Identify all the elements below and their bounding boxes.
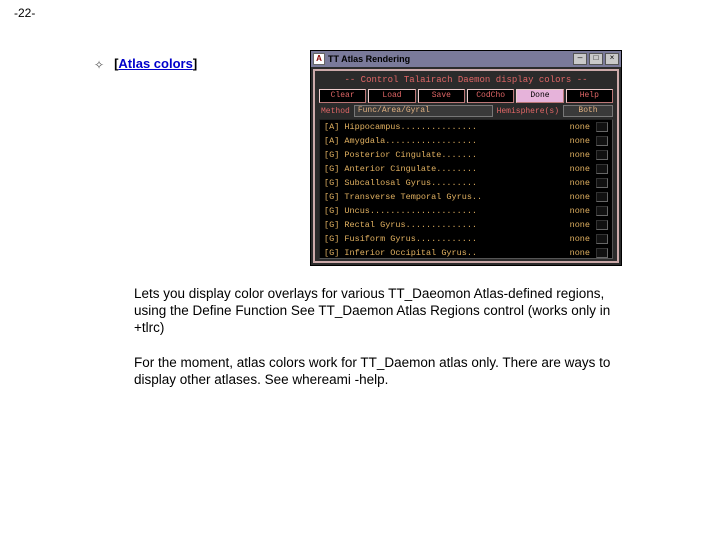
region-value: none bbox=[562, 122, 596, 132]
panel-subtitle: -- Control Talairach Daemon display colo… bbox=[317, 73, 615, 89]
region-list: [A] Hippocampus...............none[A] Am… bbox=[319, 119, 613, 259]
region-label: [G] Posterior Cingulate....... bbox=[324, 150, 562, 160]
hemisphere-dropdown[interactable]: Both bbox=[563, 105, 613, 117]
region-label: [G] Subcallosal Gyrus......... bbox=[324, 178, 562, 188]
region-label: [G] Rectal Gyrus.............. bbox=[324, 220, 562, 230]
region-label: [G] Anterior Cingulate........ bbox=[324, 164, 562, 174]
region-row[interactable]: [G] Uncus.....................none bbox=[320, 204, 612, 218]
region-value: none bbox=[562, 164, 596, 174]
done-button[interactable]: Done bbox=[516, 89, 563, 103]
titlebar: A TT Atlas Rendering — □ × bbox=[311, 51, 621, 67]
color-swatch[interactable] bbox=[596, 234, 608, 244]
region-row[interactable]: [A] Hippocampus...............none bbox=[320, 120, 612, 134]
bullet-icon: ✧ bbox=[94, 58, 104, 73]
region-row[interactable]: [G] Anterior Cingulate........none bbox=[320, 162, 612, 176]
color-swatch[interactable] bbox=[596, 220, 608, 230]
app-window: A TT Atlas Rendering — □ × -- Control Ta… bbox=[310, 50, 622, 266]
maximize-button[interactable]: □ bbox=[589, 53, 603, 65]
button-row: ClearLoadSaveCodChoDoneHelp bbox=[317, 89, 615, 105]
load-button[interactable]: Load bbox=[368, 89, 415, 103]
help-button[interactable]: Help bbox=[566, 89, 613, 103]
color-swatch[interactable] bbox=[596, 122, 608, 132]
selector-row: Method Func/Area/Gyral Hemisphere(s) Bot… bbox=[317, 105, 615, 119]
minimize-button[interactable]: — bbox=[573, 53, 587, 65]
color-swatch[interactable] bbox=[596, 206, 608, 216]
section-title-wrap: [Atlas colors] bbox=[114, 56, 197, 73]
close-button[interactable]: × bbox=[605, 53, 619, 65]
paragraph-1: Lets you display color overlays for vari… bbox=[134, 286, 634, 337]
region-value: none bbox=[562, 248, 596, 258]
region-label: [G] Uncus..................... bbox=[324, 206, 562, 216]
atlas-colors-link[interactable]: Atlas colors bbox=[118, 56, 192, 71]
color-swatch[interactable] bbox=[596, 164, 608, 174]
region-row[interactable]: [G] Inferior Occipital Gyrus..none bbox=[320, 246, 612, 259]
region-label: [A] Amygdala.................. bbox=[324, 136, 562, 146]
region-row[interactable]: [G] Subcallosal Gyrus.........none bbox=[320, 176, 612, 190]
paragraph-2: For the moment, atlas colors work for TT… bbox=[134, 355, 634, 389]
region-value: none bbox=[562, 178, 596, 188]
hemisphere-label: Hemisphere(s) bbox=[495, 107, 561, 116]
clear-button[interactable]: Clear bbox=[319, 89, 366, 103]
page-number: -22- bbox=[14, 6, 35, 20]
region-label: [A] Hippocampus............... bbox=[324, 122, 562, 132]
panel: -- Control Talairach Daemon display colo… bbox=[313, 69, 619, 263]
window-title: TT Atlas Rendering bbox=[328, 54, 410, 64]
color-swatch[interactable] bbox=[596, 248, 608, 258]
app-icon: A bbox=[313, 53, 325, 65]
color-swatch[interactable] bbox=[596, 136, 608, 146]
region-label: [G] Transverse Temporal Gyrus.. bbox=[324, 192, 562, 202]
region-value: none bbox=[562, 206, 596, 216]
region-label: [G] Inferior Occipital Gyrus.. bbox=[324, 248, 562, 258]
save-button[interactable]: Save bbox=[418, 89, 465, 103]
region-value: none bbox=[562, 136, 596, 146]
description: Lets you display color overlays for vari… bbox=[134, 286, 634, 388]
region-value: none bbox=[562, 150, 596, 160]
region-value: none bbox=[562, 220, 596, 230]
bracket-close: ] bbox=[193, 56, 197, 71]
method-dropdown[interactable]: Func/Area/Gyral bbox=[354, 105, 493, 117]
region-value: none bbox=[562, 234, 596, 244]
region-row[interactable]: [G] Rectal Gyrus..............none bbox=[320, 218, 612, 232]
region-row[interactable]: [G] Posterior Cingulate.......none bbox=[320, 148, 612, 162]
codcho-button[interactable]: CodCho bbox=[467, 89, 514, 103]
region-row[interactable]: [A] Amygdala..................none bbox=[320, 134, 612, 148]
region-row[interactable]: [G] Transverse Temporal Gyrus..none bbox=[320, 190, 612, 204]
method-label: Method bbox=[319, 107, 352, 116]
region-label: [G] Fusiform Gyrus............ bbox=[324, 234, 562, 244]
color-swatch[interactable] bbox=[596, 178, 608, 188]
color-swatch[interactable] bbox=[596, 192, 608, 202]
region-value: none bbox=[562, 192, 596, 202]
color-swatch[interactable] bbox=[596, 150, 608, 160]
region-row[interactable]: [G] Fusiform Gyrus............none bbox=[320, 232, 612, 246]
